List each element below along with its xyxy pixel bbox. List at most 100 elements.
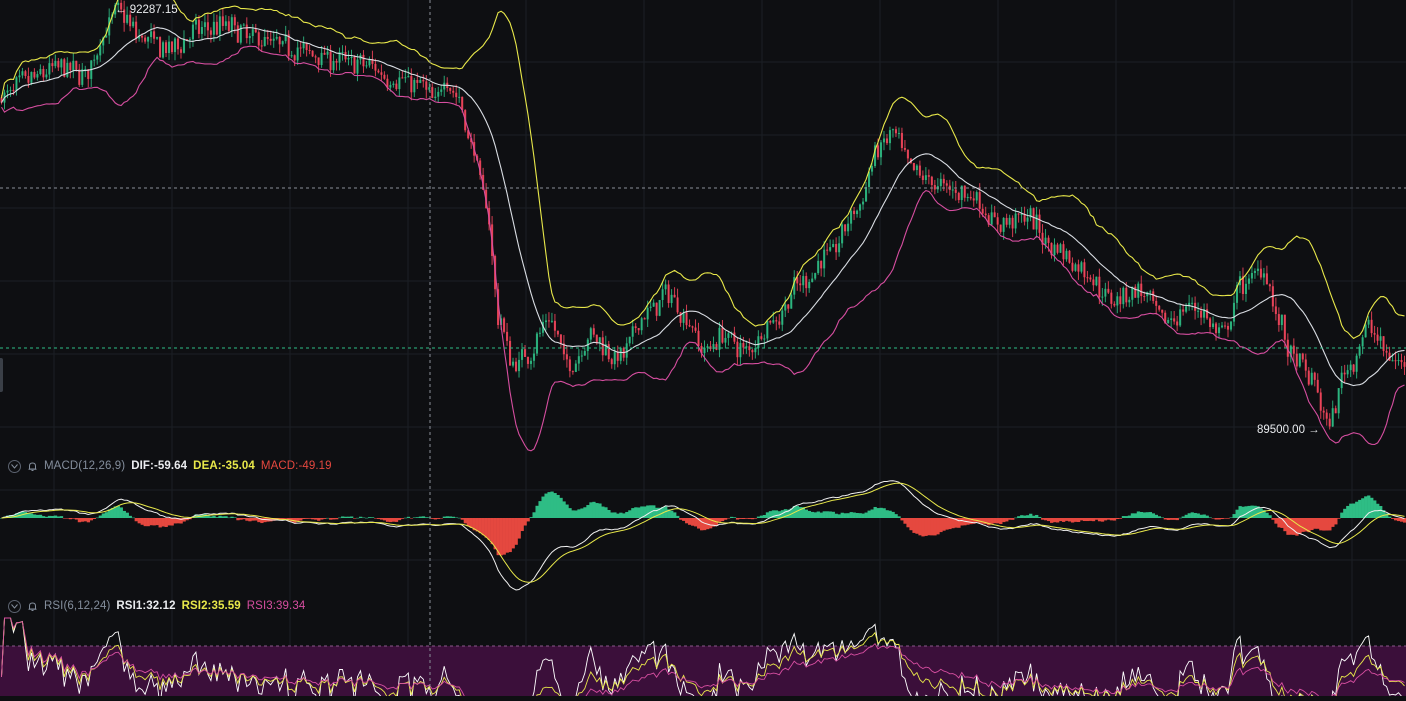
candle-body <box>652 302 655 307</box>
rsi-indicator-name[interactable]: RSI(6,12,24) <box>44 600 110 612</box>
candle-body <box>900 132 903 148</box>
candle-body <box>861 201 865 205</box>
candle-body <box>1382 336 1385 351</box>
candle-body <box>583 351 586 356</box>
candle-body <box>1071 262 1074 271</box>
candle-body <box>1032 208 1035 230</box>
macd-bar <box>807 510 811 518</box>
macd-bar <box>499 518 503 556</box>
chart-container[interactable]: ← 92287.15 89500.00 → MACD(12,26,9) DIF:… <box>0 0 1406 701</box>
macd-bar <box>1166 518 1170 521</box>
candle-body <box>757 336 760 349</box>
macd-bar <box>553 493 557 518</box>
macd-bar <box>224 516 228 518</box>
candle-body <box>826 249 829 251</box>
rsi-alert-bell-icon[interactable] <box>27 601 38 612</box>
candle-body <box>1083 262 1086 278</box>
macd-bar <box>370 517 375 518</box>
macd-bar <box>1352 503 1356 518</box>
macd-bar <box>873 506 877 518</box>
candle-body <box>742 343 745 348</box>
macd-bar <box>738 518 743 519</box>
chart-canvas[interactable] <box>0 0 1406 701</box>
candle-body <box>894 129 897 134</box>
candle-body <box>1262 273 1265 278</box>
macd-bar <box>1316 518 1320 529</box>
macd-bar <box>679 518 683 520</box>
macd-collapse-toggle-icon[interactable] <box>8 459 21 473</box>
macd-bar <box>490 518 494 545</box>
macd-bar <box>595 503 599 518</box>
macd-bar <box>1038 516 1042 518</box>
macd-bar <box>619 512 623 518</box>
candle-body <box>509 340 512 366</box>
macd-bar <box>897 516 901 518</box>
candle-body <box>81 69 84 85</box>
macd-bar <box>1187 513 1191 518</box>
candle-body <box>263 36 266 47</box>
candle-body <box>529 360 533 364</box>
macd-bar <box>1127 515 1132 518</box>
macd-indicator-name[interactable]: MACD(12,26,9) <box>44 460 125 472</box>
rsi-collapse-toggle-icon[interactable] <box>8 599 21 613</box>
macd-bar <box>1322 518 1326 531</box>
macd-hist-value: MACD:-49.19 <box>260 460 332 472</box>
side-panel-handle[interactable] <box>0 358 3 392</box>
macd-bar <box>29 513 34 518</box>
macd-bar <box>167 518 171 526</box>
candle-body <box>927 175 930 177</box>
macd-bar <box>1044 518 1048 521</box>
candle-body <box>1232 302 1236 322</box>
candle-body <box>1062 244 1065 260</box>
macd-bar <box>35 514 40 518</box>
macd-bar <box>146 518 150 527</box>
rsi-legend: RSI(6,12,24) RSI1:32.12 RSI2:35.59 RSI3:… <box>8 598 305 614</box>
macd-bar <box>1217 518 1221 520</box>
candle-body <box>9 89 12 91</box>
candle-body <box>517 359 521 372</box>
macd-bar <box>158 518 162 528</box>
candle-body <box>398 77 401 90</box>
macd-bar <box>47 515 52 518</box>
candle-body <box>511 361 515 366</box>
macd-bar <box>568 508 572 518</box>
macd-bar <box>523 518 527 526</box>
candle-body <box>197 19 200 34</box>
candle-body <box>1220 325 1224 328</box>
macd-bar <box>1082 518 1087 522</box>
candle-body <box>1008 217 1011 225</box>
candle-body <box>1385 350 1388 353</box>
macd-bar <box>574 510 578 518</box>
candle-body <box>981 208 984 214</box>
candle-body <box>736 341 739 358</box>
candle-body <box>422 79 425 82</box>
macd-bar <box>397 518 402 521</box>
candle-body <box>173 38 177 53</box>
candle-body <box>1077 264 1080 272</box>
macd-alert-bell-icon[interactable] <box>27 461 38 472</box>
candle-body <box>1355 355 1358 372</box>
candle-body <box>257 32 260 46</box>
candle-body <box>1212 323 1215 328</box>
candle-body <box>879 142 883 158</box>
macd-bar <box>1253 505 1257 518</box>
candle-body <box>266 36 269 39</box>
candle-body <box>778 321 781 325</box>
candle-body <box>1005 217 1008 225</box>
candle-body <box>885 138 889 144</box>
macd-bar <box>38 514 43 518</box>
candle-body <box>1298 353 1301 367</box>
macd-bar <box>1181 516 1185 518</box>
macd-bar <box>101 513 106 518</box>
macd-bar <box>1091 518 1096 522</box>
candle-body <box>814 273 817 279</box>
macd-bar <box>116 505 120 518</box>
macd-bar <box>1070 518 1075 523</box>
macd-bar <box>1163 518 1167 520</box>
candle-body <box>150 31 153 38</box>
candle-body <box>568 359 571 372</box>
candle-body <box>957 192 960 201</box>
candle-body <box>673 294 676 298</box>
macd-bar <box>1011 518 1015 520</box>
macd-bar <box>1148 512 1153 518</box>
